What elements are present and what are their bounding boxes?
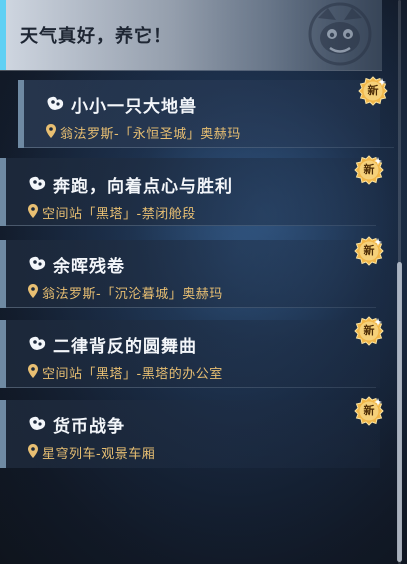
mission-title: 货币战争 — [53, 417, 125, 437]
mission-type-icon — [29, 256, 46, 270]
mission-type-icon — [47, 96, 64, 110]
new-badge-icon: 新 — [358, 76, 388, 106]
mission-accent-bar — [18, 80, 24, 148]
new-badge-icon: 新 — [354, 236, 384, 266]
mission-accent-bar — [0, 240, 6, 308]
page-title: 天气真好，养它！ — [20, 26, 172, 47]
mission-title: 余晖残卷 — [53, 257, 125, 277]
mission-accent-bar — [0, 400, 6, 468]
new-badge-icon: 新 — [354, 316, 384, 346]
location-pin-icon — [46, 124, 56, 138]
new-badge-label: 新 — [363, 244, 375, 257]
mission-location: 星穹列车-观景车厢 — [42, 447, 156, 462]
mission-location: 翁法罗斯-「永恒圣城」奥赫玛 — [60, 127, 241, 142]
mission-accent-bar — [0, 158, 6, 226]
mission-location: 空间站「黑塔」-禁闭舱段 — [42, 207, 196, 222]
new-badge-label: 新 — [367, 84, 379, 97]
mission-separator — [6, 387, 376, 388]
mission-separator — [6, 307, 376, 308]
location-pin-icon — [28, 364, 38, 378]
mission-item[interactable]: 奔跑，向着点心与胜利 空间站「黑塔」-禁闭舱段 — [0, 158, 380, 226]
mission-separator — [24, 147, 394, 148]
mission-item[interactable]: 货币战争 星穹列车-观景车厢 — [0, 400, 380, 468]
mission-separator — [6, 225, 376, 226]
location-pin-icon — [28, 284, 38, 298]
location-pin-icon — [28, 444, 38, 458]
mission-item[interactable]: 二律背反的圆舞曲 空间站「黑塔」-黑塔的办公室 — [0, 320, 380, 388]
mission-item[interactable]: 余晖残卷 翁法罗斯-「沉沦暮城」奥赫玛 — [0, 240, 380, 308]
new-badge-label: 新 — [363, 324, 375, 337]
header-accent-bar — [0, 0, 6, 70]
new-badge-label: 新 — [363, 163, 375, 176]
mission-type-icon — [29, 176, 46, 190]
mission-type-icon — [29, 416, 46, 430]
scrollbar-thumb[interactable] — [397, 262, 402, 562]
new-badge-icon: 新 — [354, 396, 384, 426]
mission-item[interactable]: 小小一只大地兽 翁法罗斯-「永恒圣城」奥赫玛 — [18, 80, 394, 148]
mission-title: 小小一只大地兽 — [71, 97, 197, 117]
mascot-emblem-icon — [308, 2, 372, 66]
mission-location: 空间站「黑塔」-黑塔的办公室 — [42, 367, 223, 382]
mission-type-icon — [29, 336, 46, 350]
mission-title: 奔跑，向着点心与胜利 — [53, 177, 233, 197]
location-pin-icon — [28, 204, 38, 218]
mission-location: 翁法罗斯-「沉沦暮城」奥赫玛 — [42, 287, 223, 302]
header-divider — [0, 70, 382, 71]
new-badge-icon: 新 — [354, 155, 384, 185]
mission-title: 二律背反的圆舞曲 — [53, 337, 197, 357]
new-badge-label: 新 — [363, 404, 375, 417]
mission-accent-bar — [0, 320, 6, 388]
quest-header[interactable]: 天气真好，养它！ — [0, 0, 382, 70]
